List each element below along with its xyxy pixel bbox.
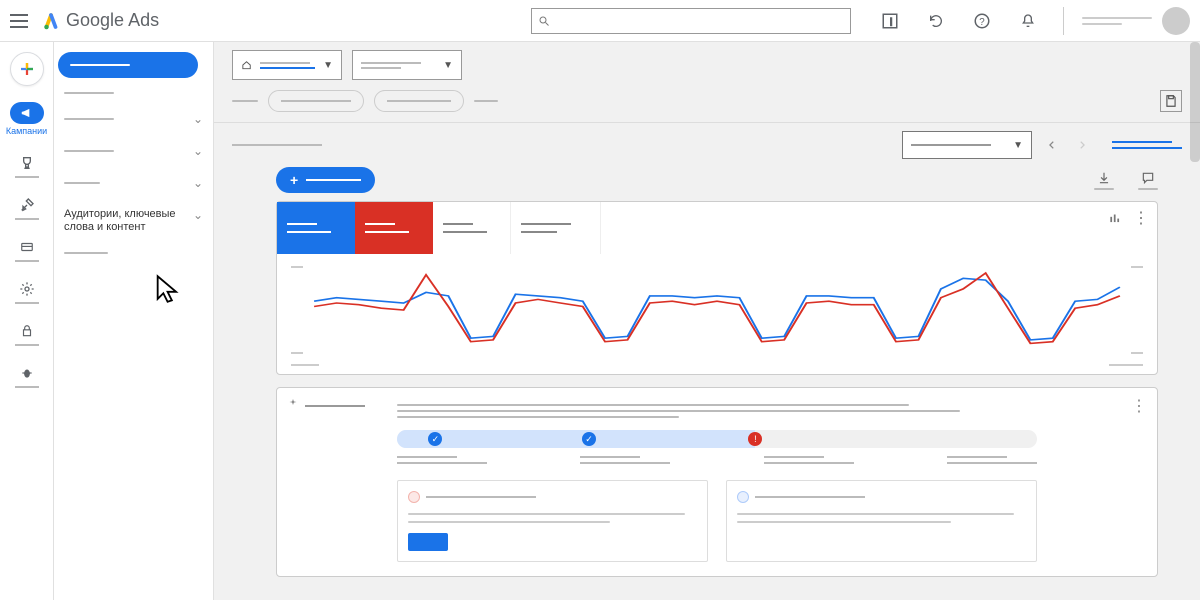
avatar[interactable] xyxy=(1162,7,1190,35)
recommendation-card-1[interactable] xyxy=(397,480,708,562)
prev-period-button[interactable] xyxy=(1042,135,1062,155)
action-row: + xyxy=(232,167,1182,193)
feedback-button[interactable] xyxy=(1138,171,1158,190)
product-name-first: Google xyxy=(66,10,124,30)
search-container xyxy=(531,8,851,34)
side-item-4[interactable]: ⌄ xyxy=(62,172,205,194)
scrollbar[interactable] xyxy=(1190,42,1200,162)
header-actions: ? xyxy=(881,12,1037,30)
side-item-audiences-label: Аудитории, ключевые слова и контент xyxy=(64,208,184,234)
download-icon xyxy=(1097,171,1111,185)
side-item-1[interactable] xyxy=(62,88,205,98)
side-active-item[interactable] xyxy=(58,52,198,78)
metric-tab-3[interactable] xyxy=(433,202,511,254)
notifications-icon[interactable] xyxy=(1019,12,1037,30)
plus-icon: + xyxy=(290,172,298,188)
setup-progress: ✓✓! xyxy=(397,430,1037,448)
gear-icon xyxy=(18,280,36,298)
chevron-down-icon: ⌄ xyxy=(193,144,203,158)
caret-down-icon: ▼ xyxy=(443,60,453,71)
side-item-5[interactable] xyxy=(62,248,205,258)
side-item-audiences[interactable]: Аудитории, ключевые слова и контент ⌄ xyxy=(62,204,205,238)
nav-rail: Кампании xyxy=(0,42,54,600)
campaign-dropdown[interactable]: ▼ xyxy=(352,50,462,80)
rail-campaigns-label: Кампании xyxy=(6,126,47,136)
chat-icon xyxy=(1141,171,1155,185)
metric-tabs xyxy=(277,202,1157,254)
side-item-2[interactable]: ⌄ xyxy=(62,108,205,130)
home-icon xyxy=(241,58,252,72)
setup-card: ⋮ ✓✓! xyxy=(276,387,1158,577)
account-switcher[interactable] xyxy=(1063,7,1190,35)
status-dot-info xyxy=(737,491,749,503)
save-view-icon[interactable] xyxy=(1160,90,1182,112)
rail-bug[interactable] xyxy=(0,362,53,390)
performance-card: ⋮ xyxy=(276,201,1158,375)
chevron-down-icon: ⌄ xyxy=(193,208,203,222)
main-content: ▼ ▼ ▼ + xyxy=(214,42,1200,600)
refresh-icon[interactable] xyxy=(927,12,945,30)
plus-multicolor-icon xyxy=(18,60,36,78)
status-dot-warning xyxy=(408,491,420,503)
download-button[interactable] xyxy=(1094,171,1114,190)
filter-chip-2[interactable] xyxy=(374,90,464,112)
metric-tab-2[interactable] xyxy=(355,202,433,254)
recommendation-cta-1[interactable] xyxy=(408,533,448,551)
add-button[interactable]: + xyxy=(276,167,375,193)
bug-icon xyxy=(18,364,36,382)
progress-step-labels xyxy=(397,456,1037,464)
rail-tools[interactable] xyxy=(0,194,53,222)
search-icon xyxy=(538,15,550,27)
date-range-dropdown[interactable]: ▼ xyxy=(902,131,1032,159)
megaphone-icon xyxy=(19,106,35,120)
chart-settings-icon[interactable] xyxy=(1107,210,1123,226)
metric-tab-4[interactable] xyxy=(511,202,601,254)
side-item-3[interactable]: ⌄ xyxy=(62,140,205,162)
create-button[interactable] xyxy=(10,52,44,86)
svg-text:?: ? xyxy=(979,16,985,27)
caret-down-icon: ▼ xyxy=(1013,140,1023,151)
lock-icon xyxy=(18,322,36,340)
chart-x-axis xyxy=(277,364,1157,374)
caret-down-icon: ▼ xyxy=(323,60,333,71)
rail-billing[interactable] xyxy=(0,236,53,264)
sparkle-icon xyxy=(287,398,299,413)
card-menu-icon[interactable]: ⋮ xyxy=(1131,396,1147,416)
ads-logo-icon xyxy=(42,12,60,30)
tools-icon xyxy=(18,196,36,214)
app-header: Google Ads ? xyxy=(0,0,1200,42)
filter-chip-1[interactable] xyxy=(268,90,364,112)
search-field[interactable] xyxy=(556,14,844,28)
chevron-down-icon: ⌄ xyxy=(193,176,203,190)
rail-admin[interactable] xyxy=(0,278,53,306)
performance-chart xyxy=(309,262,1125,358)
recommendation-card-2[interactable] xyxy=(726,480,1037,562)
menu-icon[interactable] xyxy=(10,14,28,28)
product-logo[interactable]: Google Ads xyxy=(42,10,159,31)
reports-icon[interactable] xyxy=(881,12,899,30)
card-icon xyxy=(18,238,36,256)
account-dropdown[interactable]: ▼ xyxy=(232,50,342,80)
metric-tab-1[interactable] xyxy=(277,202,355,254)
section-header-row: ▼ xyxy=(232,131,1182,159)
side-panel: ⌄ ⌄ ⌄ Аудитории, ключевые слова и контен… xyxy=(54,42,214,600)
chevron-down-icon: ⌄ xyxy=(193,112,203,126)
help-icon[interactable]: ? xyxy=(973,12,991,30)
next-period-button[interactable] xyxy=(1072,135,1092,155)
view-mode-link[interactable] xyxy=(1112,141,1182,149)
card-menu-icon[interactable]: ⋮ xyxy=(1133,210,1149,226)
rail-campaigns[interactable]: Кампании xyxy=(0,100,53,138)
filter-chips xyxy=(232,90,1182,112)
trophy-icon xyxy=(18,154,36,172)
scope-row: ▼ ▼ xyxy=(232,50,1182,80)
search-input[interactable] xyxy=(531,8,851,34)
rail-security[interactable] xyxy=(0,320,53,348)
product-name-second: Ads xyxy=(128,10,159,30)
rail-goals[interactable] xyxy=(0,152,53,180)
